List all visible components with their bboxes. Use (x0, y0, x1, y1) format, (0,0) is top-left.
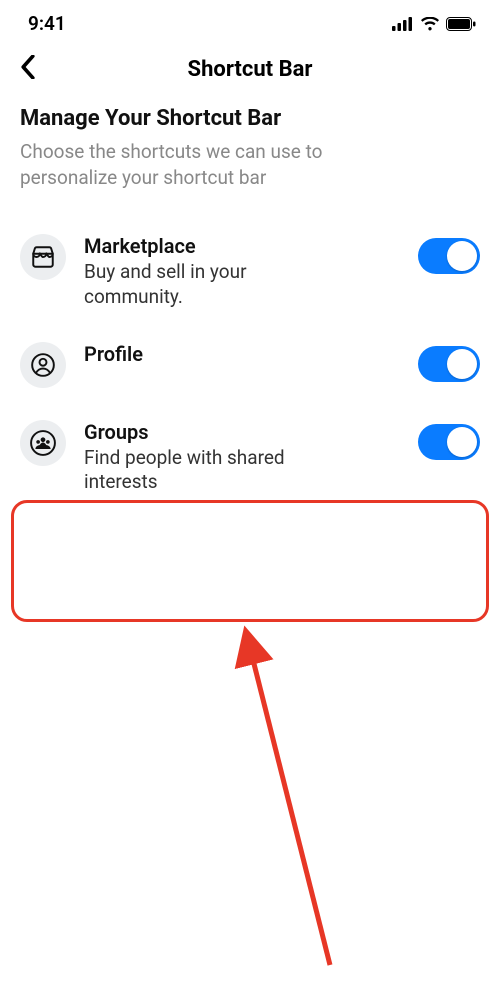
row-subtitle: Buy and sell in your community. (84, 260, 294, 309)
back-button[interactable] (20, 55, 36, 84)
status-bar: 9:41 (0, 0, 500, 43)
section-description: Choose the shortcuts we can use to perso… (20, 139, 420, 190)
row-body: Groups Find people with shared interests (84, 420, 400, 495)
shortcut-settings-section: Manage Your Shortcut Bar Choose the shor… (0, 106, 500, 511)
annotation-highlight (11, 500, 489, 622)
row-title: Marketplace (84, 234, 400, 258)
row-body: Marketplace Buy and sell in your communi… (84, 234, 400, 309)
chevron-left-icon (20, 55, 36, 79)
row-title: Groups (84, 420, 400, 444)
wifi-icon (420, 17, 440, 31)
battery-icon (446, 17, 476, 31)
row-title: Profile (84, 342, 400, 366)
section-heading: Manage Your Shortcut Bar (20, 106, 480, 131)
row-subtitle: Find people with shared interests (84, 446, 294, 495)
groups-icon (20, 420, 66, 466)
cellular-icon (392, 17, 414, 31)
shortcut-row-marketplace: Marketplace Buy and sell in your communi… (20, 218, 480, 325)
shortcut-row-groups: Groups Find people with shared interests (20, 404, 480, 511)
profile-toggle[interactable] (418, 346, 480, 382)
marketplace-toggle[interactable] (418, 238, 480, 274)
page-title: Shortcut Bar (188, 57, 313, 82)
shortcut-row-profile: Profile (20, 326, 480, 404)
nav-header: Shortcut Bar (0, 43, 500, 106)
status-time: 9:41 (28, 12, 66, 35)
row-body: Profile (84, 342, 400, 368)
groups-toggle[interactable] (418, 424, 480, 460)
status-indicators (392, 17, 476, 31)
profile-icon (20, 342, 66, 388)
marketplace-icon (20, 234, 66, 280)
